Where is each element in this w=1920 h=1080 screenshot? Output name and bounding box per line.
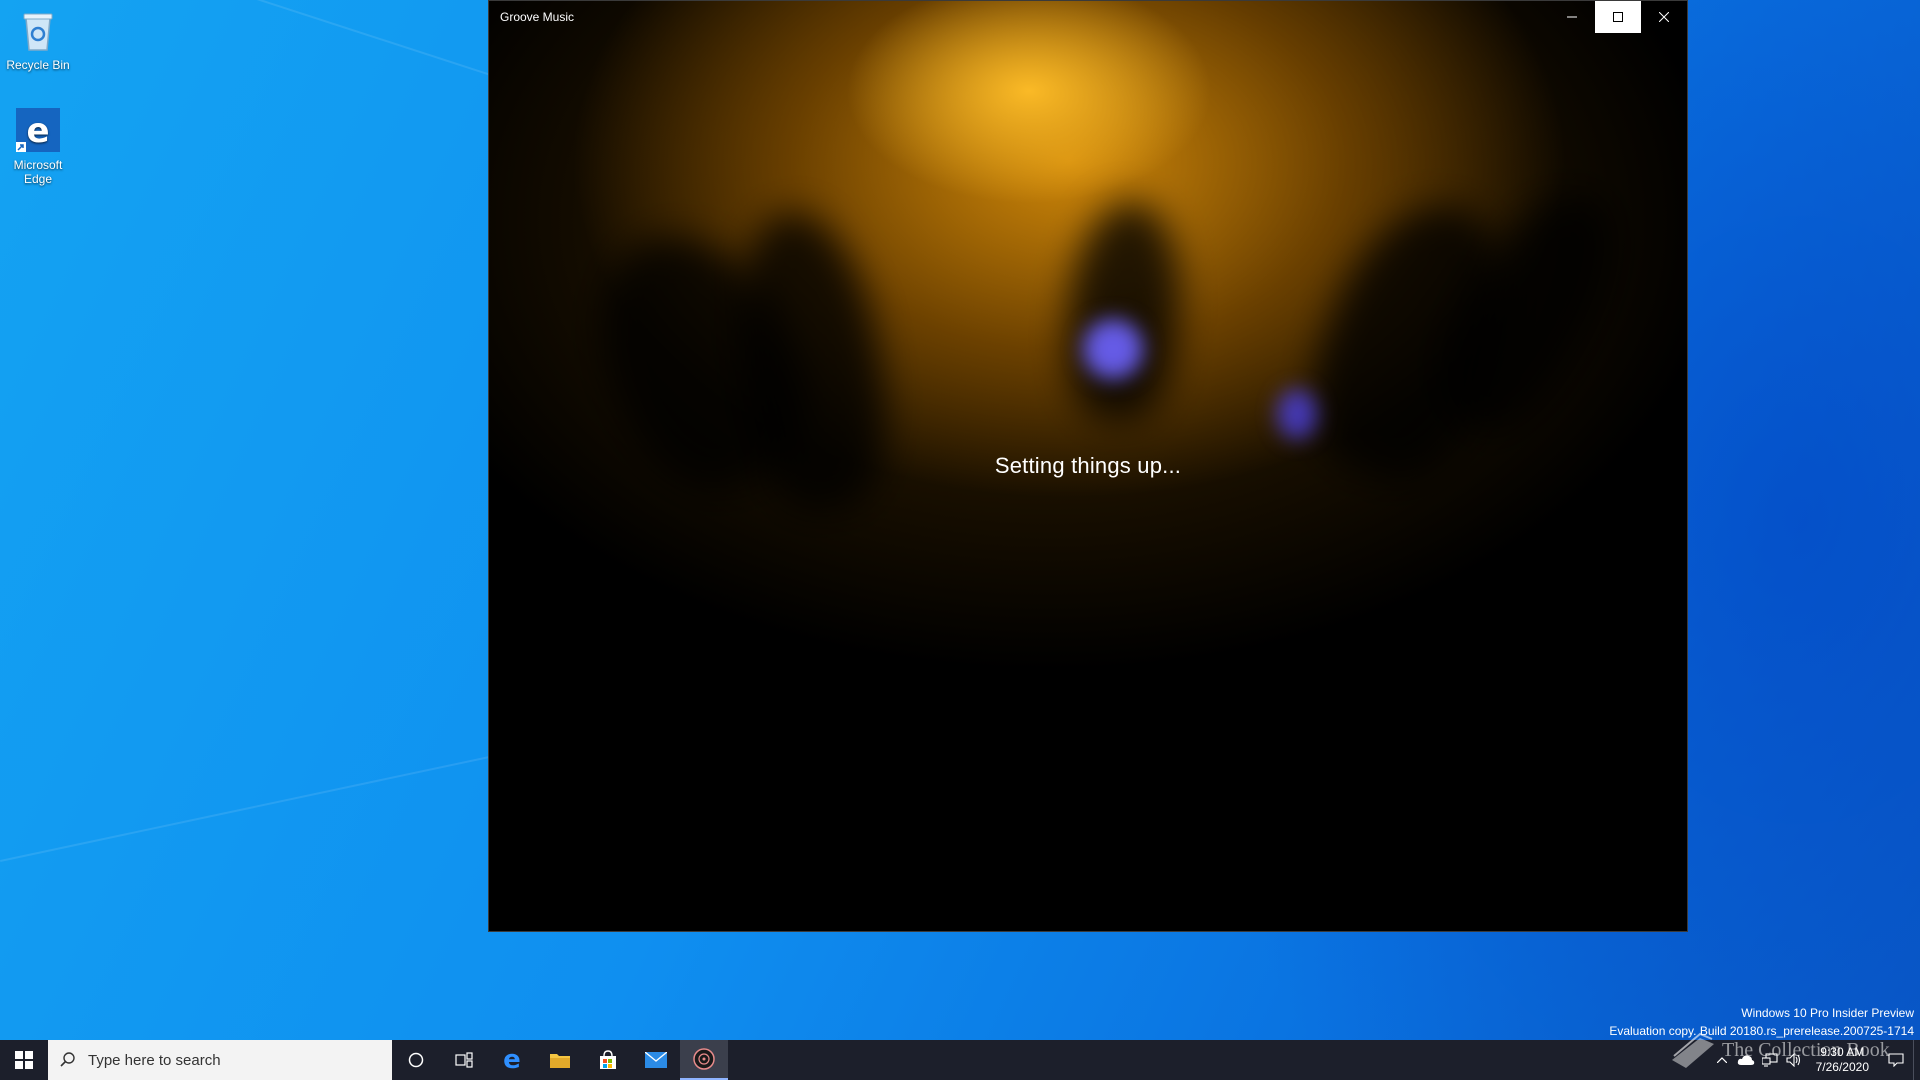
close-button[interactable] [1641,1,1687,33]
mail-icon [645,1052,667,1068]
progress-dot [1217,931,1220,932]
progress-dot [1185,931,1188,932]
taskbar-groove-music-button[interactable] [680,1040,728,1080]
groove-music-window[interactable]: Groove Music Setting things up... [488,0,1688,932]
recycle-bin-icon [14,6,62,54]
file-explorer-icon [550,1054,570,1068]
overlay-watermark: The Collection Book [1670,1030,1890,1070]
desktop-icon-recycle-bin[interactable]: Recycle Bin [0,6,76,72]
maximize-icon [1613,12,1623,22]
progress-dot [1295,931,1298,932]
progress-dot [1413,931,1416,932]
cortana-icon [408,1052,424,1068]
title-bar[interactable]: Groove Music [489,1,1687,33]
show-desktop-button[interactable] [1913,1040,1920,1080]
windows-logo-icon [15,1051,33,1069]
desktop: Recycle Bin e Microsoft Edge Groove Musi… [0,0,1920,1040]
taskbar: Type here to search e 9:30 AM 7/26/2020 [0,1040,1920,1080]
task-view-icon [455,1052,473,1068]
watermark-line: Windows 10 Pro Insider Preview [1741,1006,1914,1020]
search-icon [60,1052,75,1067]
desktop-icon-label: Microsoft Edge [13,158,63,186]
taskbar-mail-button[interactable] [632,1040,680,1080]
book-logo-icon [1672,1032,1714,1068]
artwork-hand [1059,196,1189,426]
close-icon [1659,12,1669,22]
progress-dot [1177,931,1180,932]
minimize-button[interactable] [1549,1,1595,33]
svg-text:e: e [26,111,49,151]
taskbar-search-box[interactable]: Type here to search [48,1040,392,1080]
task-view-button[interactable] [440,1040,488,1080]
start-button[interactable] [0,1040,48,1080]
search-placeholder: Type here to search [88,1051,221,1069]
edge-icon: e [503,1045,521,1075]
taskbar-store-button[interactable] [584,1040,632,1080]
cortana-button[interactable] [392,1040,440,1080]
maximize-button[interactable] [1595,1,1641,33]
taskbar-file-explorer-button[interactable] [536,1040,584,1080]
overlay-brand-text: The Collection Book [1722,1038,1890,1061]
desktop-icon-microsoft-edge[interactable]: e Microsoft Edge [0,106,76,186]
desktop-icon-label: Recycle Bin [6,58,70,72]
taskbar-edge-button[interactable]: e [488,1040,536,1080]
edge-icon: e [14,106,62,154]
artwork-light [1083,319,1143,379]
loading-status-text: Setting things up... [994,453,1182,478]
groove-music-icon [693,1048,715,1070]
store-icon [600,1050,616,1069]
notification-icon [1888,1053,1904,1067]
artwork-light [1277,389,1317,439]
minimize-icon [1567,16,1577,18]
window-title: Groove Music [500,10,575,24]
